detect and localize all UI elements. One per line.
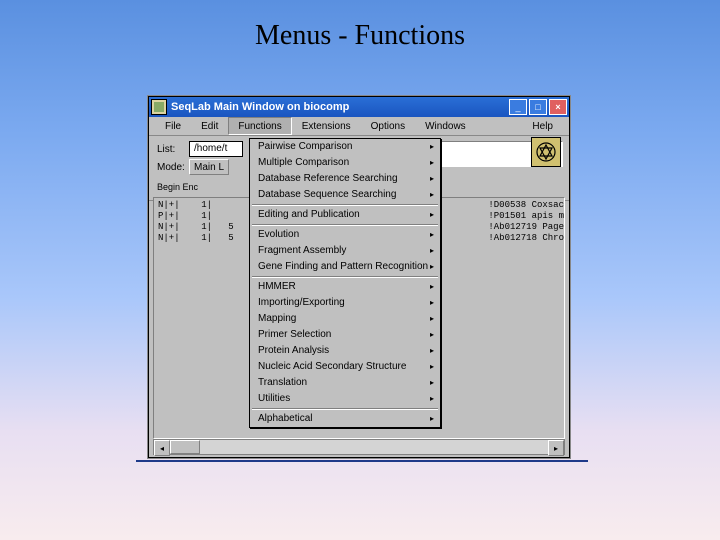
horizontal-scrollbar[interactable]: ◂ ▸ <box>153 439 565 455</box>
app-window: SeqLab Main Window on biocomp _ □ × File… <box>148 96 570 458</box>
menu-item-label: Mapping <box>258 313 296 325</box>
submenu-arrow-icon: ▸ <box>430 157 434 169</box>
submenu-arrow-icon: ▸ <box>430 313 434 325</box>
submenu-arrow-icon: ▸ <box>430 281 434 293</box>
menu-item-label: Pairwise Comparison <box>258 141 352 153</box>
menu-windows[interactable]: Windows <box>415 117 476 135</box>
list-row-right[interactable]: !Ab012719 Page <box>488 222 564 233</box>
menu-separator <box>252 408 438 410</box>
submenu-arrow-icon: ▸ <box>430 229 434 241</box>
list-row-right[interactable]: !Ab012718 Chro <box>488 233 564 244</box>
functions-menu-item[interactable]: Importing/Exporting ▸ <box>250 295 440 311</box>
functions-menu-item[interactable]: Evolution ▸ <box>250 227 440 243</box>
window-title: SeqLab Main Window on biocomp <box>171 101 509 113</box>
menu-help[interactable]: Help <box>522 117 563 135</box>
menu-extensions[interactable]: Extensions <box>292 117 361 135</box>
submenu-arrow-icon: ▸ <box>430 413 434 425</box>
list-input[interactable]: /home/t <box>189 141 243 157</box>
list-row-left[interactable]: P|+| 1| <box>158 211 234 222</box>
list-row-right[interactable]: !D00538 Coxsac <box>488 200 564 211</box>
menu-separator <box>252 276 438 278</box>
submenu-arrow-icon: ▸ <box>430 393 434 405</box>
functions-menu-item[interactable]: Database Reference Searching ▸ <box>250 171 440 187</box>
menu-item-label: Primer Selection <box>258 329 331 341</box>
mode-value: Main L <box>194 162 224 173</box>
list-row-left[interactable]: N|+| 1| 5 <box>158 222 234 233</box>
submenu-arrow-icon: ▸ <box>430 361 434 373</box>
functions-menu-item[interactable]: Multiple Comparison ▸ <box>250 155 440 171</box>
title-bar[interactable]: SeqLab Main Window on biocomp _ □ × <box>149 97 569 117</box>
close-button[interactable]: × <box>549 99 567 115</box>
menu-item-label: Database Reference Searching <box>258 173 398 185</box>
submenu-arrow-icon: ▸ <box>430 261 434 273</box>
menu-item-label: Editing and Publication <box>258 209 360 221</box>
mode-select[interactable]: Main L <box>189 159 229 175</box>
menu-item-label: Alphabetical <box>258 413 312 425</box>
menu-item-label: Translation <box>258 377 307 389</box>
maximize-button[interactable]: □ <box>529 99 547 115</box>
submenu-arrow-icon: ▸ <box>430 297 434 309</box>
slide-title: Menus - Functions <box>0 20 720 52</box>
menu-separator <box>252 204 438 206</box>
submenu-arrow-icon: ▸ <box>430 141 434 153</box>
menu-item-label: HMMER <box>258 281 296 293</box>
submenu-arrow-icon: ▸ <box>430 345 434 357</box>
submenu-arrow-icon: ▸ <box>430 377 434 389</box>
functions-menu-item[interactable]: Primer Selection ▸ <box>250 327 440 343</box>
functions-menu-item[interactable]: Nucleic Acid Secondary Structure ▸ <box>250 359 440 375</box>
app-icon <box>151 99 167 115</box>
menu-separator <box>252 224 438 226</box>
menu-item-label: Multiple Comparison <box>258 157 349 169</box>
scroll-track[interactable] <box>170 440 548 454</box>
list-right-column: !D00538 Coxsac!P01501 apis m!Ab012719 Pa… <box>484 198 564 246</box>
columns-header: Begin Enc <box>157 182 198 192</box>
menu-item-label: Importing/Exporting <box>258 297 345 309</box>
functions-menu-item[interactable]: Translation ▸ <box>250 375 440 391</box>
list-label: List: <box>157 144 189 155</box>
window-buttons: _ □ × <box>509 99 567 115</box>
functions-menu-item[interactable]: Protein Analysis ▸ <box>250 343 440 359</box>
functions-menu-item[interactable]: Pairwise Comparison ▸ <box>250 139 440 155</box>
menu-item-label: Database Sequence Searching <box>258 189 396 201</box>
functions-menu-item[interactable]: Fragment Assembly ▸ <box>250 243 440 259</box>
mode-label: Mode: <box>157 162 189 173</box>
menu-item-label: Utilities <box>258 393 290 405</box>
scroll-left-button[interactable]: ◂ <box>154 440 170 456</box>
submenu-arrow-icon: ▸ <box>430 245 434 257</box>
functions-menu-item[interactable]: Editing and Publication ▸ <box>250 207 440 223</box>
functions-menu-item[interactable]: Database Sequence Searching ▸ <box>250 187 440 203</box>
functions-menu-item[interactable]: Alphabetical ▸ <box>250 411 440 427</box>
menu-functions[interactable]: Functions <box>228 117 291 135</box>
functions-menu-item[interactable]: Gene Finding and Pattern Recognition▸ <box>250 259 440 275</box>
menu-item-label: Protein Analysis <box>258 345 329 357</box>
menu-item-label: Fragment Assembly <box>258 245 346 257</box>
submenu-arrow-icon: ▸ <box>430 329 434 341</box>
functions-menu-item[interactable]: Mapping ▸ <box>250 311 440 327</box>
submenu-arrow-icon: ▸ <box>430 189 434 201</box>
minimize-button[interactable]: _ <box>509 99 527 115</box>
functions-menu-item[interactable]: Utilities ▸ <box>250 391 440 407</box>
list-row-right[interactable]: !P01501 apis m <box>488 211 564 222</box>
help-logo-icon[interactable] <box>531 137 561 167</box>
list-left-column: N|+| 1|P|+| 1|N|+| 1| 5N|+| 1| 5 <box>154 198 238 246</box>
scroll-right-button[interactable]: ▸ <box>548 440 564 456</box>
menu-options[interactable]: Options <box>361 117 415 135</box>
menu-item-label: Gene Finding and Pattern Recognition <box>258 261 428 273</box>
functions-menu-item[interactable]: HMMER ▸ <box>250 279 440 295</box>
scroll-thumb[interactable] <box>170 440 200 454</box>
slide-underline <box>136 460 588 462</box>
menu-edit[interactable]: Edit <box>191 117 228 135</box>
menu-item-label: Evolution <box>258 229 299 241</box>
menu-bar: File Edit Functions Extensions Options W… <box>149 117 569 136</box>
list-row-left[interactable]: N|+| 1| 5 <box>158 233 234 244</box>
submenu-arrow-icon: ▸ <box>430 209 434 221</box>
menu-item-label: Nucleic Acid Secondary Structure <box>258 361 406 373</box>
submenu-arrow-icon: ▸ <box>430 173 434 185</box>
menu-file[interactable]: File <box>155 117 191 135</box>
functions-dropdown: Pairwise Comparison ▸ Multiple Comparison ▸… <box>249 138 441 428</box>
list-row-left[interactable]: N|+| 1| <box>158 200 234 211</box>
